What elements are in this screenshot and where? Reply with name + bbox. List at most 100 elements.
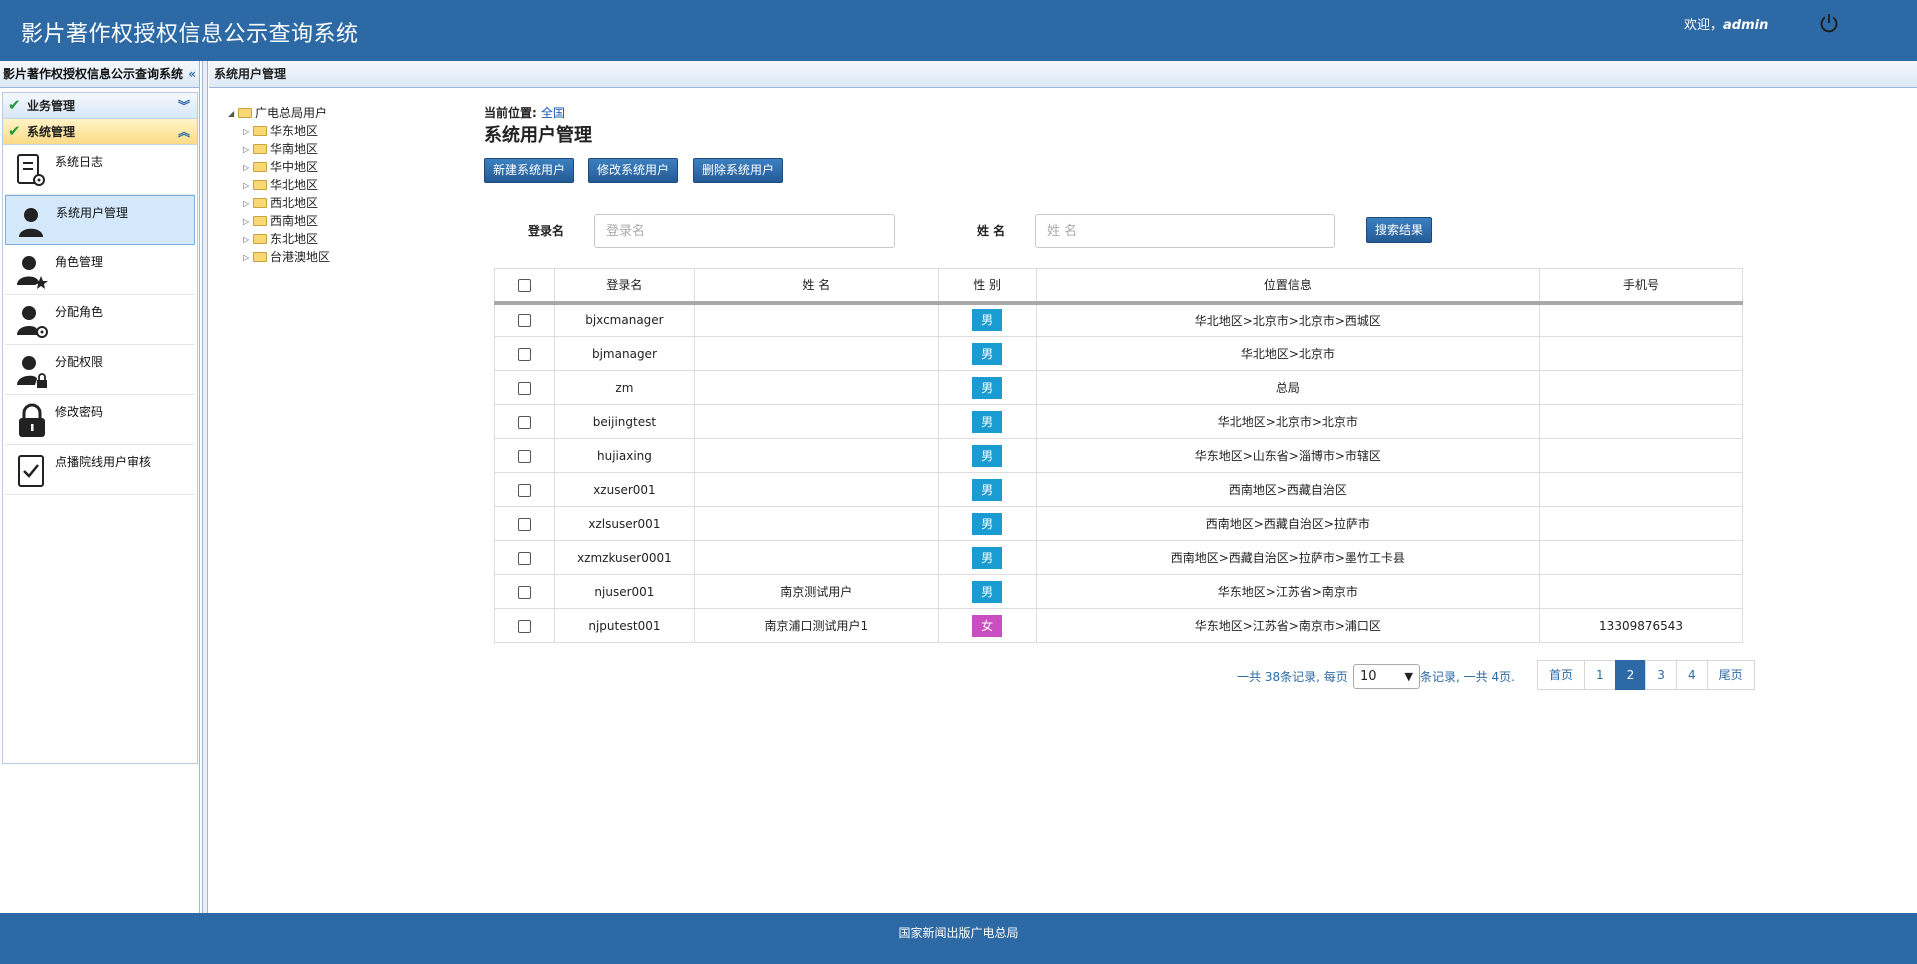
page-button[interactable]: 3 bbox=[1645, 660, 1677, 690]
app-header: 影片著作权授权信息公示查询系统 欢迎，admin bbox=[0, 0, 1917, 61]
sex-badge: 男 bbox=[972, 546, 1003, 569]
row-select-cell bbox=[494, 574, 555, 609]
sidebar-header: 影片著作权授权信息公示查询系统 « bbox=[0, 61, 199, 88]
tree-expanded-icon[interactable]: ◢ bbox=[228, 105, 238, 123]
column-header[interactable]: 位置信息 bbox=[1035, 268, 1541, 305]
sex-badge: 男 bbox=[972, 342, 1003, 365]
cell-sex: 女 bbox=[937, 608, 1037, 643]
table-row[interactable]: njputest001 南京浦口测试用户1 女 华东地区>江苏省>南京市>浦口区 133… bbox=[494, 608, 1743, 643]
cell-phone bbox=[1539, 438, 1743, 473]
cell-name bbox=[693, 370, 939, 405]
row-checkbox[interactable] bbox=[517, 483, 531, 497]
menu-group-business[interactable]: ✔ 业务管理 ︾ bbox=[3, 93, 197, 119]
check-document-icon bbox=[15, 453, 49, 489]
menu-item-assign-permission[interactable]: 分配权限 bbox=[5, 345, 195, 395]
tree-collapsed-icon[interactable]: ▷ bbox=[243, 123, 253, 141]
tree-node-region[interactable]: ▷ 华南地区 bbox=[243, 140, 330, 158]
column-header[interactable]: 性 别 bbox=[937, 268, 1037, 305]
tree-collapsed-icon[interactable]: ▷ bbox=[243, 249, 253, 267]
tree-node-region[interactable]: ▷ 华东地区 bbox=[243, 122, 330, 140]
page-button-current[interactable]: 2 bbox=[1614, 660, 1647, 690]
search-button[interactable]: 搜索结果 bbox=[1366, 217, 1433, 243]
row-checkbox[interactable] bbox=[517, 415, 531, 429]
table-row[interactable]: bjxcmanager 男 华北地区>北京市>北京市>西城区 bbox=[494, 302, 1743, 337]
table-row[interactable]: njuser001 南京测试用户 男 华东地区>江苏省>南京市 bbox=[494, 574, 1743, 609]
table-row[interactable]: xzlsuser001 男 西南地区>西藏自治区>拉萨市 bbox=[494, 506, 1743, 541]
sex-badge: 男 bbox=[972, 444, 1003, 467]
menu-group-system[interactable]: ✔ 系统管理 ︽ bbox=[3, 119, 197, 145]
tree-collapsed-icon[interactable]: ▷ bbox=[243, 177, 253, 195]
sex-badge: 女 bbox=[972, 614, 1003, 637]
cell-location: 华东地区>江苏省>南京市>浦口区 bbox=[1035, 608, 1541, 643]
name-input[interactable] bbox=[1035, 214, 1335, 248]
table-row[interactable]: xzmzkuser0001 男 西南地区>西藏自治区>拉萨市>墨竹工卡县 bbox=[494, 540, 1743, 575]
folder-icon bbox=[253, 179, 267, 190]
row-checkbox[interactable] bbox=[517, 314, 531, 328]
row-select-cell bbox=[494, 438, 555, 473]
row-select-cell bbox=[494, 302, 555, 337]
first-page-button[interactable]: 首页 bbox=[1537, 660, 1586, 690]
login-name-input[interactable] bbox=[594, 214, 895, 248]
row-checkbox[interactable] bbox=[517, 347, 531, 361]
tree-collapsed-icon[interactable]: ▷ bbox=[243, 159, 253, 177]
breadcrumb-link[interactable]: 全国 bbox=[541, 106, 565, 120]
tree-node-label: 华北地区 bbox=[270, 178, 319, 192]
tree-node-region[interactable]: ▷ 西南地区 bbox=[243, 212, 330, 230]
footer-text: 国家新闻出版广电总局 bbox=[898, 926, 1019, 940]
power-icon[interactable] bbox=[1818, 12, 1840, 34]
splitter[interactable] bbox=[202, 61, 208, 913]
page-button[interactable]: 4 bbox=[1675, 660, 1708, 690]
tree-node-region[interactable]: ▷ 华北地区 bbox=[243, 176, 330, 194]
tree-collapsed-icon[interactable]: ▷ bbox=[243, 141, 253, 159]
menu-group-label: 业务管理 bbox=[27, 99, 76, 113]
tree-collapsed-icon[interactable]: ▷ bbox=[243, 231, 253, 249]
row-checkbox[interactable] bbox=[517, 381, 531, 395]
row-checkbox[interactable] bbox=[517, 619, 531, 633]
last-page-button[interactable]: 尾页 bbox=[1706, 660, 1755, 690]
table-row[interactable]: xzuser001 男 西南地区>西藏自治区 bbox=[494, 472, 1743, 507]
menu-item-system-log[interactable]: 系统日志 bbox=[5, 145, 195, 195]
cell-name bbox=[693, 506, 939, 541]
table-row[interactable]: beijingtest 男 华北地区>北京市>北京市 bbox=[494, 404, 1743, 439]
name-label: 姓 名 bbox=[977, 224, 1006, 238]
menu-item-vod-user-review[interactable]: 点播院线用户审核 bbox=[5, 445, 195, 495]
new-user-button[interactable]: 新建系统用户 bbox=[484, 158, 575, 183]
page-button[interactable]: 1 bbox=[1584, 660, 1616, 690]
menu-item-role-management[interactable]: 角色管理 bbox=[5, 245, 195, 295]
pager-total-text: 一共 38条记录, 每页 bbox=[1237, 670, 1348, 684]
menu-item-assign-role[interactable]: 分配角色 bbox=[5, 295, 195, 345]
row-select-cell bbox=[494, 336, 555, 371]
cell-sex: 男 bbox=[937, 472, 1037, 507]
cell-sex: 男 bbox=[937, 336, 1037, 371]
main-panel-title: 系统用户管理 bbox=[214, 67, 287, 81]
row-checkbox[interactable] bbox=[517, 551, 531, 565]
column-header[interactable]: 手机号 bbox=[1539, 268, 1743, 305]
table-row[interactable]: zm 男 总局 bbox=[494, 370, 1743, 405]
tree-node-root[interactable]: ◢ 广电总局用户 bbox=[228, 104, 330, 122]
column-header[interactable]: 登录名 bbox=[553, 268, 695, 305]
column-header[interactable]: 姓 名 bbox=[693, 268, 939, 305]
tree-collapsed-icon[interactable]: ▷ bbox=[243, 213, 253, 231]
collapse-sidebar-icon[interactable]: « bbox=[188, 61, 196, 87]
table-row[interactable]: hujiaxing 男 华东地区>山东省>淄博市>市辖区 bbox=[494, 438, 1743, 473]
tree-node-region[interactable]: ▷ 西北地区 bbox=[243, 194, 330, 212]
tree-node-region[interactable]: ▷ 台港澳地区 bbox=[243, 248, 330, 266]
row-checkbox[interactable] bbox=[517, 449, 531, 463]
page-size-select[interactable]: 10 ▼ bbox=[1353, 664, 1420, 689]
tree-collapsed-icon[interactable]: ▷ bbox=[243, 195, 253, 213]
row-checkbox[interactable] bbox=[517, 585, 531, 599]
menu-item-user-management[interactable]: 系统用户管理 bbox=[5, 195, 195, 245]
edit-user-button[interactable]: 修改系统用户 bbox=[588, 158, 679, 183]
row-checkbox[interactable] bbox=[517, 517, 531, 531]
cell-login: xzuser001 bbox=[553, 472, 695, 507]
menu-item-change-password[interactable]: 修改密码 bbox=[5, 395, 195, 445]
user-icon bbox=[16, 204, 50, 240]
tree-node-region[interactable]: ▷ 东北地区 bbox=[243, 230, 330, 248]
delete-user-button[interactable]: 删除系统用户 bbox=[693, 158, 784, 183]
table-row[interactable]: bjmanager 男 华北地区>北京市 bbox=[494, 336, 1743, 371]
main-panel-header: 系统用户管理 bbox=[209, 61, 1917, 88]
cell-location: 西南地区>西藏自治区>拉萨市 bbox=[1035, 506, 1541, 541]
select-all-checkbox[interactable] bbox=[517, 278, 531, 292]
tree-node-region[interactable]: ▷ 华中地区 bbox=[243, 158, 330, 176]
user-star-icon bbox=[15, 253, 49, 289]
